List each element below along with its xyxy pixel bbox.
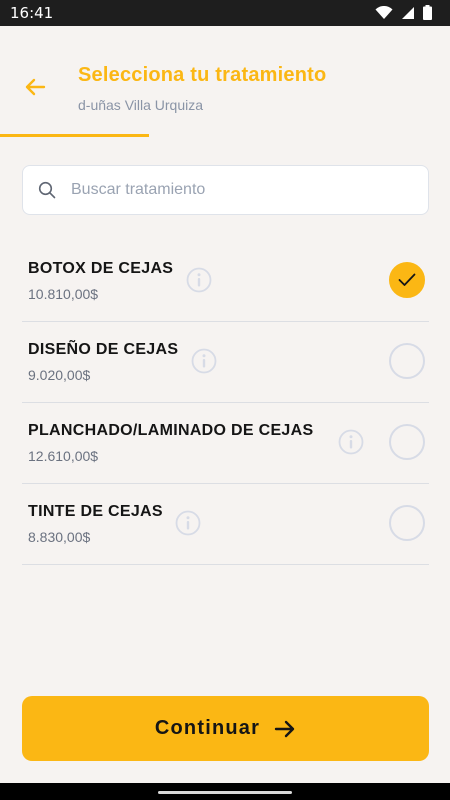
wifi-icon [375,5,393,19]
treatment-radio[interactable] [389,424,425,460]
status-icons [375,5,432,20]
header: Selecciona tu tratamiento d-uñas Villa U… [0,26,450,138]
treatment-name: DISEÑO DE CEJAS [28,341,179,358]
treatment-item[interactable]: BOTOX DE CEJAS 10.810,00$ [22,241,429,322]
status-time: 16:41 [10,4,54,22]
treatment-item[interactable]: TINTE DE CEJAS 8.830,00$ [22,484,429,565]
treatment-price: 10.810,00$ [28,286,99,302]
treatment-price: 12.610,00$ [28,448,99,464]
step-progress-fill [0,134,149,137]
home-indicator[interactable] [158,791,292,794]
treatment-radio[interactable] [389,343,425,379]
search-box [22,165,429,215]
treatment-radio[interactable] [389,262,425,298]
treatment-item[interactable]: PLANCHADO/LAMINADO DE CEJAS 12.610,00$ [22,403,429,484]
arrow-right-icon [274,720,295,737]
info-icon[interactable] [191,348,217,374]
arrow-left-icon [25,78,46,96]
status-bar: 16:41 [0,0,450,26]
info-icon[interactable] [338,429,364,455]
treatment-price: 8.830,00$ [28,529,91,545]
step-progress [0,134,450,137]
continue-label: Continuar [154,717,261,739]
info-icon[interactable] [186,267,212,293]
treatment-list: BOTOX DE CEJAS 10.810,00$ DISEÑO DE CEJA… [22,241,429,565]
search-input[interactable] [71,181,401,199]
signal-icon [402,6,414,19]
search-icon [37,180,57,200]
page-title: Selecciona tu tratamiento [78,64,327,86]
treatment-name: BOTOX DE CEJAS [28,260,174,277]
treatment-name: PLANCHADO/LAMINADO DE CEJAS [28,422,314,439]
check-icon [398,273,416,286]
back-button[interactable] [20,72,50,102]
continue-button[interactable]: Continuar [22,696,429,761]
treatment-radio[interactable] [389,505,425,541]
treatment-price: 9.020,00$ [28,367,91,383]
treatment-item[interactable]: DISEÑO DE CEJAS 9.020,00$ [22,322,429,403]
info-icon[interactable] [175,510,201,536]
battery-icon [423,5,432,20]
page-subtitle: d-uñas Villa Urquiza [78,97,204,113]
treatment-name: TINTE DE CEJAS [28,503,163,520]
navigation-bar [0,783,450,800]
